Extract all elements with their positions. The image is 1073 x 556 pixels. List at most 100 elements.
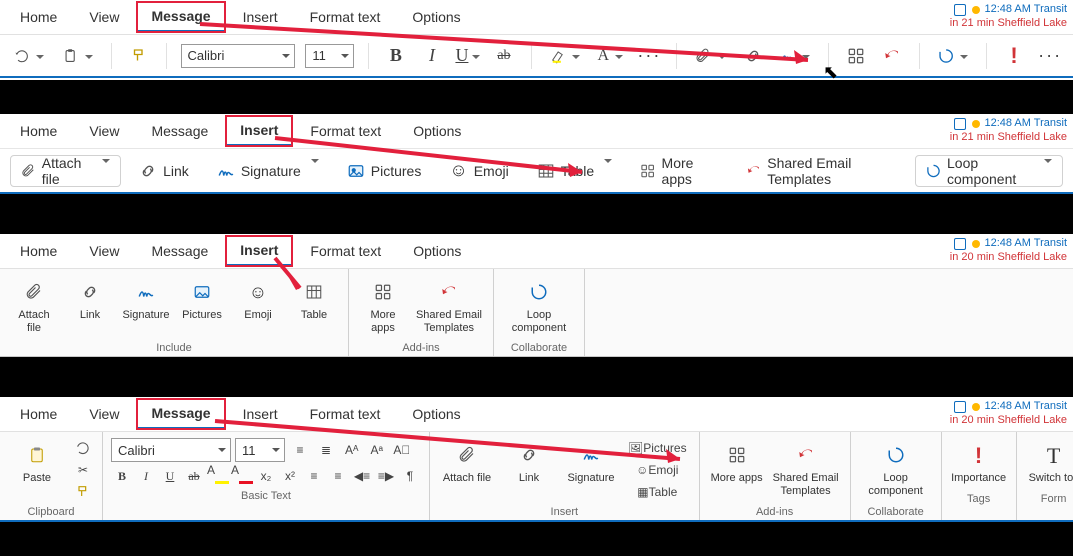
decrease-indent-button[interactable]: ◀≡: [351, 466, 373, 486]
font-color-button[interactable]: A: [594, 42, 626, 70]
styles-button[interactable]: ¶: [399, 466, 421, 486]
pictures-button[interactable]: 🖼 Pictures: [624, 438, 691, 458]
tab-message[interactable]: Message: [137, 399, 224, 429]
loop-component-button[interactable]: Loop component: [915, 155, 1063, 187]
undo-button[interactable]: [72, 438, 94, 458]
tab-view[interactable]: View: [75, 398, 133, 430]
tab-home[interactable]: Home: [6, 235, 71, 267]
tab-view[interactable]: View: [75, 1, 133, 33]
tab-message[interactable]: Message: [137, 2, 224, 32]
emoji-button[interactable]: ☺Emoji: [232, 275, 284, 326]
align-left-button[interactable]: ≡: [303, 466, 325, 486]
shared-email-templates-button[interactable]: Shared Email Templates: [736, 155, 907, 187]
cut-button[interactable]: ✂: [72, 460, 94, 480]
table-button[interactable]: Table: [527, 155, 622, 187]
grow-font-button[interactable]: Aᴬ: [341, 440, 362, 460]
loop-component-button[interactable]: [934, 42, 972, 70]
more-apps-button[interactable]: [843, 42, 869, 70]
view-classic-message: Home View Message Insert Format text Opt…: [0, 397, 1073, 522]
shrink-font-button[interactable]: Aᵃ: [366, 440, 386, 460]
attach-file-button[interactable]: Attach file: [438, 438, 496, 489]
btn-label: Table: [301, 309, 327, 322]
underline-button[interactable]: U: [159, 466, 181, 486]
increase-indent-button[interactable]: ≡▶: [375, 466, 397, 486]
strikethrough-button[interactable]: ab: [491, 42, 517, 70]
signature-button[interactable]: Signature: [207, 155, 329, 187]
subscript-button[interactable]: x₂: [255, 466, 277, 486]
clear-formatting-button[interactable]: A⃠: [391, 440, 413, 460]
undo-button[interactable]: [10, 42, 48, 70]
more-apps-button[interactable]: More apps: [708, 438, 766, 489]
highlight-button[interactable]: [546, 42, 584, 70]
tab-home[interactable]: Home: [6, 398, 71, 430]
loop-component-button[interactable]: Loop component: [859, 438, 933, 501]
tab-insert[interactable]: Insert: [226, 116, 292, 146]
numbering-button[interactable]: ≣: [315, 440, 337, 460]
bold-button[interactable]: B: [383, 42, 409, 70]
strikethrough-button[interactable]: ab: [183, 466, 205, 486]
tab-home[interactable]: Home: [6, 115, 71, 147]
tab-message[interactable]: Message: [137, 235, 222, 267]
font-name-select[interactable]: Calibri: [111, 438, 231, 462]
tab-message[interactable]: Message: [137, 115, 222, 147]
pictures-button[interactable]: Pictures: [176, 275, 228, 326]
more-apps-button[interactable]: More apps: [357, 275, 409, 338]
italic-button[interactable]: I: [135, 466, 157, 486]
tab-view[interactable]: View: [75, 115, 133, 147]
tab-format-text[interactable]: Format text: [296, 1, 395, 33]
align-center-button[interactable]: ≡: [327, 466, 349, 486]
format-painter-button[interactable]: [126, 42, 152, 70]
emoji-button[interactable]: ☺Emoji: [439, 155, 518, 187]
emoji-button[interactable]: ☺ Emoji: [624, 460, 691, 480]
tab-view[interactable]: View: [75, 235, 133, 267]
shared-email-templates-button[interactable]: Shared Email Templates: [413, 275, 485, 338]
tab-insert[interactable]: Insert: [226, 236, 292, 266]
signature-button[interactable]: Signature: [120, 275, 172, 326]
switch-to-text-button[interactable]: TSwitch to text: [1025, 438, 1073, 489]
signature-button[interactable]: Signature: [562, 438, 620, 489]
paste-button[interactable]: [58, 42, 96, 70]
overflow-button[interactable]: ···: [1037, 42, 1063, 70]
font-color-button[interactable]: A: [231, 466, 253, 486]
tab-options[interactable]: Options: [398, 1, 474, 33]
tab-options[interactable]: Options: [398, 398, 474, 430]
pictures-button[interactable]: Pictures: [337, 155, 432, 187]
bold-button[interactable]: B: [111, 466, 133, 486]
highlight-button[interactable]: A: [207, 466, 229, 486]
link-button[interactable]: Link: [129, 155, 199, 187]
btn-label: Loop component: [504, 309, 574, 334]
signature-button[interactable]: [776, 42, 814, 70]
table-button[interactable]: ▦ Table: [624, 482, 691, 502]
tab-insert[interactable]: Insert: [229, 1, 292, 33]
tab-format-text[interactable]: Format text: [296, 115, 395, 147]
italic-button[interactable]: I: [419, 42, 445, 70]
importance-button[interactable]: !: [1001, 42, 1027, 70]
font-size-select[interactable]: 11: [305, 44, 354, 68]
tab-home[interactable]: Home: [6, 1, 71, 33]
paste-button[interactable]: Paste: [8, 438, 66, 489]
tab-options[interactable]: Options: [399, 115, 475, 147]
bullets-button[interactable]: ≡: [289, 440, 311, 460]
superscript-button[interactable]: x²: [279, 466, 301, 486]
more-formatting-button[interactable]: ···: [636, 42, 662, 70]
shared-email-templates-button[interactable]: Shared Email Templates: [770, 438, 842, 501]
link-button[interactable]: Link: [64, 275, 116, 326]
attach-file-button[interactable]: Attach file: [10, 155, 121, 187]
link-button[interactable]: Link: [500, 438, 558, 489]
underline-button[interactable]: U: [455, 42, 481, 70]
more-apps-button[interactable]: More apps: [630, 155, 728, 187]
link-button[interactable]: [740, 42, 766, 70]
format-painter-button[interactable]: [72, 482, 94, 502]
tab-format-text[interactable]: Format text: [296, 235, 395, 267]
table-button[interactable]: Table: [288, 275, 340, 326]
attach-file-button[interactable]: Attach file: [8, 275, 60, 338]
tab-options[interactable]: Options: [399, 235, 475, 267]
tab-insert[interactable]: Insert: [229, 398, 292, 430]
font-size-select[interactable]: 11: [235, 438, 285, 462]
loop-component-button[interactable]: Loop component: [502, 275, 576, 338]
tab-format-text[interactable]: Format text: [296, 398, 395, 430]
font-name-select[interactable]: Calibri: [181, 44, 296, 68]
shared-email-templates-button[interactable]: [879, 42, 905, 70]
importance-button[interactable]: !Importance: [950, 438, 1008, 489]
attach-file-button[interactable]: [691, 42, 729, 70]
